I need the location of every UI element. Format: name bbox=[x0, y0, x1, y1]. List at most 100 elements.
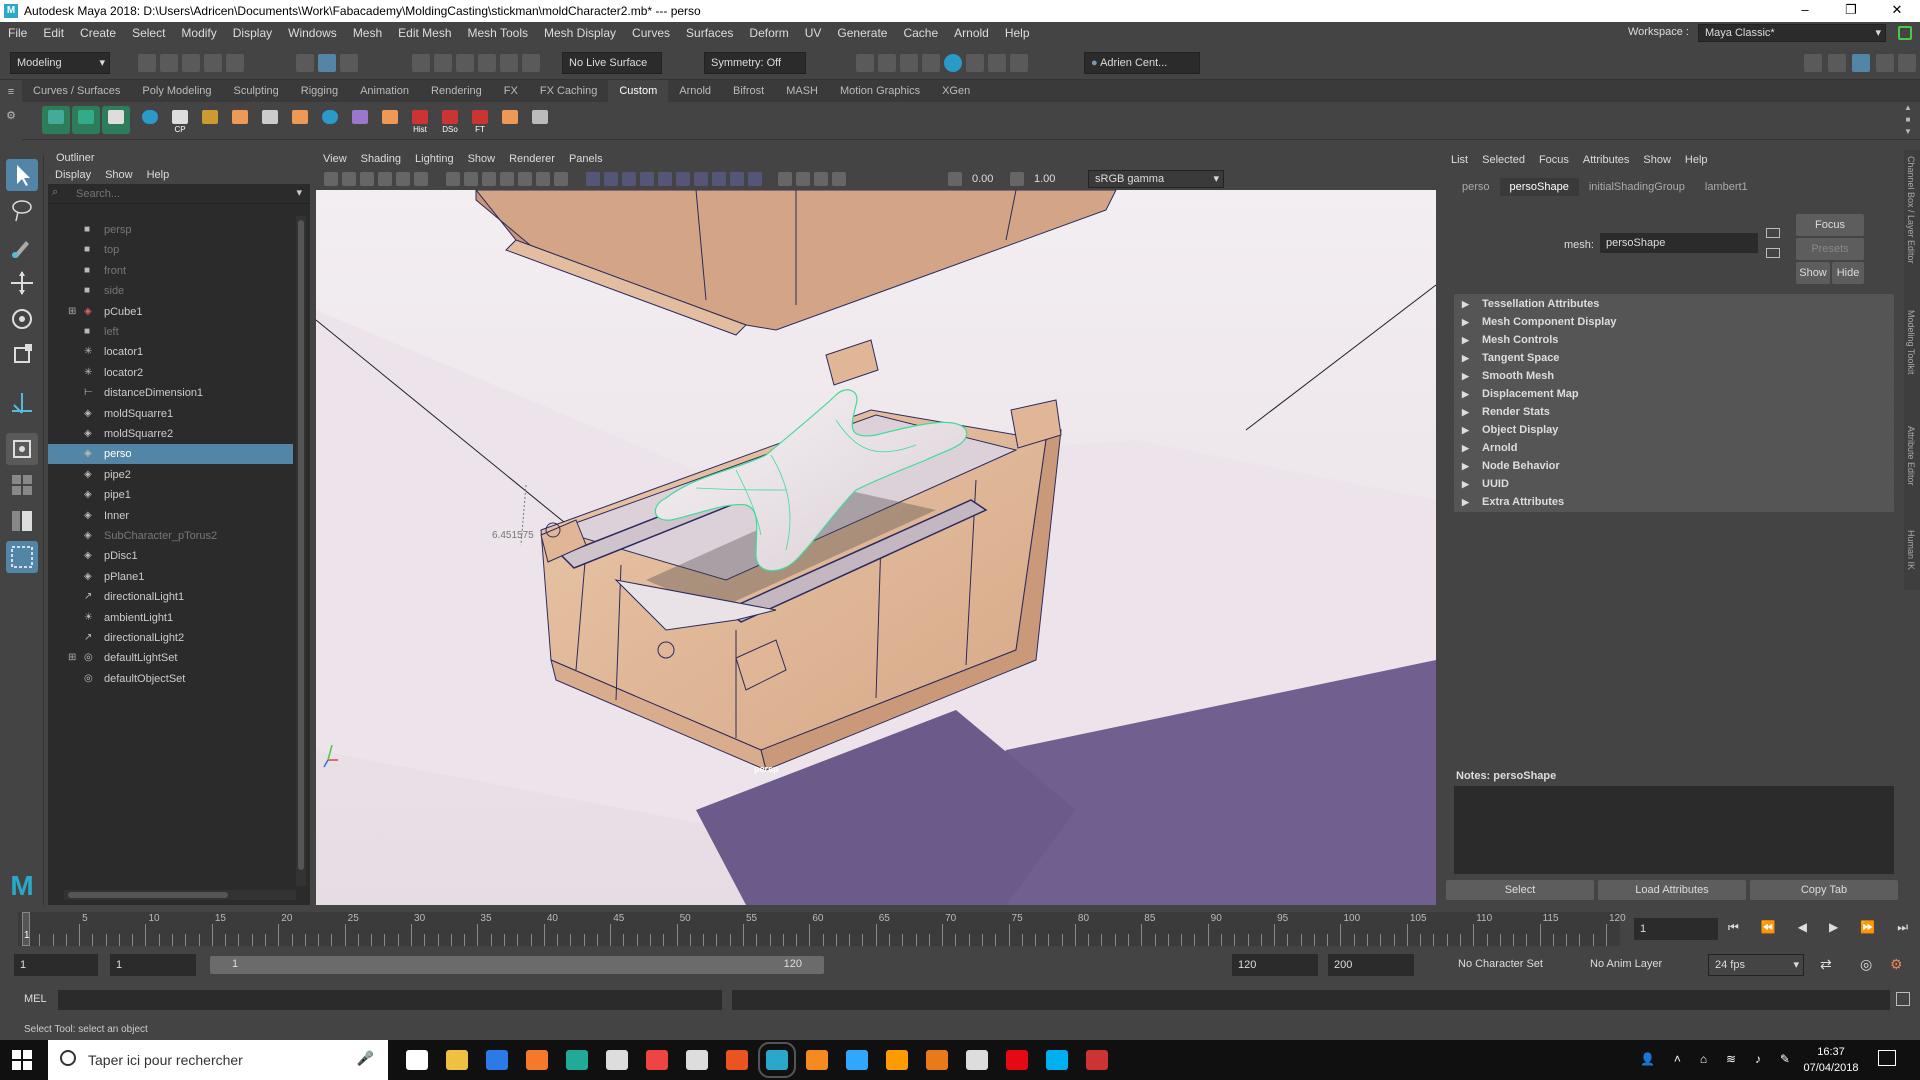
copy-node-icon[interactable] bbox=[1766, 248, 1780, 258]
resolution-gate-icon[interactable] bbox=[482, 172, 496, 186]
expand-icon[interactable]: ⊞ bbox=[68, 648, 76, 668]
tool-settings-icon[interactable] bbox=[1852, 54, 1870, 72]
attr-menu-attributes[interactable]: Attributes bbox=[1576, 154, 1636, 166]
focus-node-icon[interactable] bbox=[1766, 228, 1780, 238]
viewport-menu-renderer[interactable]: Renderer bbox=[502, 153, 562, 165]
wireframe-icon[interactable] bbox=[586, 172, 600, 186]
pivot-icon[interactable] bbox=[226, 106, 254, 134]
microphone-icon[interactable]: 🎤 bbox=[357, 1050, 374, 1067]
outliner-item-top[interactable]: ■ top bbox=[48, 240, 293, 260]
load-attributes-button[interactable]: Load Attributes bbox=[1598, 880, 1746, 900]
character-set-dropdown[interactable]: No Character Set bbox=[1452, 954, 1584, 976]
illustrator-icon[interactable] bbox=[886, 1050, 908, 1070]
xray-active-icon[interactable] bbox=[814, 172, 828, 186]
focus-button[interactable]: Focus bbox=[1796, 214, 1864, 236]
chrome-icon[interactable] bbox=[566, 1050, 588, 1070]
anti-alias-icon[interactable] bbox=[730, 172, 744, 186]
shelf-tab-arnold[interactable]: Arnold bbox=[668, 85, 722, 97]
shelf-tab-motion-graphics[interactable]: Motion Graphics bbox=[829, 85, 931, 97]
exposure-icon[interactable] bbox=[948, 172, 962, 186]
command-input[interactable] bbox=[58, 990, 722, 1010]
save-scene-icon[interactable] bbox=[182, 54, 200, 72]
outliner-menu-help[interactable]: Help bbox=[140, 169, 177, 181]
camera-attributes-icon[interactable] bbox=[342, 172, 356, 186]
outliner-search-bar[interactable]: ⌕ ▾ bbox=[48, 184, 310, 204]
section-node-behavior[interactable]: ▶ Node Behavior bbox=[1454, 456, 1894, 476]
select-button[interactable]: Select bbox=[1446, 880, 1594, 900]
chevron-down-icon[interactable]: ▾ bbox=[296, 186, 302, 199]
attr-menu-show[interactable]: Show bbox=[1636, 154, 1678, 166]
scale-tool-icon[interactable] bbox=[6, 339, 38, 371]
section-render-stats[interactable]: ▶ Render Stats bbox=[1454, 402, 1894, 422]
go-to-start-icon[interactable]: ⏮ bbox=[1728, 920, 1739, 940]
menu-edit[interactable]: Edit bbox=[35, 26, 72, 40]
select-object-icon[interactable] bbox=[318, 54, 336, 72]
symmetry-dropdown[interactable]: Symmetry: Off bbox=[704, 52, 806, 74]
hypershade-icon[interactable] bbox=[944, 54, 962, 72]
copy-tab-button[interactable]: Copy Tab bbox=[1750, 880, 1898, 900]
time-slider[interactable]: 5 10 15 20 25 30 35 40 45 50 55 60 65 70 75 80 85 90 95 100… bbox=[0, 912, 1920, 946]
snap-curve-icon[interactable] bbox=[434, 54, 452, 72]
task-view-icon[interactable] bbox=[406, 1050, 428, 1070]
shelf-scroll[interactable]: ▲ ■ ▼ bbox=[1900, 102, 1916, 140]
single-perspective-layout-icon[interactable] bbox=[6, 433, 38, 465]
field-chart-icon[interactable] bbox=[518, 172, 532, 186]
ambient-occlusion-icon[interactable] bbox=[694, 172, 708, 186]
menu-help[interactable]: Help bbox=[997, 26, 1038, 40]
render-settings-icon[interactable] bbox=[922, 54, 940, 72]
side-tab-human-ik[interactable]: Human IK bbox=[1906, 530, 1916, 590]
skype-icon[interactable] bbox=[1046, 1050, 1068, 1070]
cube-icon[interactable] bbox=[42, 106, 70, 134]
universal-manipulator-icon[interactable] bbox=[6, 387, 38, 419]
pause-render-icon[interactable] bbox=[1010, 54, 1028, 72]
channel-box-icon[interactable] bbox=[1876, 54, 1894, 72]
isolate-select-icon[interactable] bbox=[778, 172, 792, 186]
snap-point-icon[interactable] bbox=[456, 54, 474, 72]
fusion-icon[interactable] bbox=[806, 1050, 828, 1070]
lasso-tool-icon[interactable] bbox=[6, 195, 38, 227]
menu-arnold[interactable]: Arnold bbox=[946, 26, 997, 40]
menu-surfaces[interactable]: Surfaces bbox=[678, 26, 741, 40]
outliner-item-locator1[interactable]: ✳ locator1 bbox=[48, 342, 293, 362]
section-uuid[interactable]: ▶ UUID bbox=[1454, 474, 1894, 494]
menu-curves[interactable]: Curves bbox=[624, 26, 678, 40]
anim-prefs-icon[interactable]: ⚙ bbox=[1890, 956, 1903, 973]
notes-textarea[interactable] bbox=[1454, 786, 1894, 874]
outliner-item-pipe2[interactable]: ◈ pipe2 bbox=[48, 465, 293, 485]
outliner-menu-display[interactable]: Display bbox=[48, 169, 98, 181]
outliner-item-ambientlight1[interactable]: ☀ ambientLight1 bbox=[48, 608, 293, 628]
pen-icon[interactable]: ✎ bbox=[1780, 1052, 1790, 1068]
menu-create[interactable]: Create bbox=[72, 26, 124, 40]
wifi-icon[interactable]: ≋ bbox=[1726, 1052, 1736, 1068]
fps-dropdown[interactable]: 24 fps ▾ bbox=[1708, 954, 1804, 976]
network-icon[interactable]: ⌂ bbox=[1700, 1052, 1707, 1068]
mesh-name-field[interactable]: persoShape bbox=[1600, 233, 1758, 253]
viewport-menu-shading[interactable]: Shading bbox=[354, 153, 408, 165]
film-gate-icon[interactable] bbox=[464, 172, 478, 186]
attr-menu-help[interactable]: Help bbox=[1678, 154, 1715, 166]
shelf-tab-curves-surfaces[interactable]: Curves / Surfaces bbox=[22, 85, 131, 97]
outliner-item-moldsquarre1[interactable]: ◈ moldSquarre1 bbox=[48, 404, 293, 424]
step-back-frame-icon[interactable]: ◀ bbox=[1798, 920, 1807, 940]
attr-tab-lambert1[interactable]: lambert1 bbox=[1695, 178, 1758, 196]
section-tangent-space[interactable]: ▶ Tangent Space bbox=[1454, 348, 1894, 368]
outliner-item-locator2[interactable]: ✳ locator2 bbox=[48, 363, 293, 383]
snap-vertex-icon[interactable] bbox=[522, 54, 540, 72]
xray-joints-icon[interactable] bbox=[832, 172, 846, 186]
time-slider-track[interactable]: 5 10 15 20 25 30 35 40 45 50 55 60 65 70 75 80 85 90 95 100… bbox=[18, 912, 1626, 946]
safe-action-icon[interactable] bbox=[536, 172, 550, 186]
bookmark-icon[interactable] bbox=[360, 172, 374, 186]
persp-outliner-layout-icon[interactable] bbox=[6, 505, 38, 537]
cp-icon[interactable]: CP bbox=[166, 106, 194, 134]
outliner-item-perso[interactable]: ◈ perso bbox=[48, 444, 293, 465]
shelf-tab-sculpting[interactable]: Sculpting bbox=[223, 85, 290, 97]
sphere-icon[interactable] bbox=[136, 106, 164, 134]
render-view-icon[interactable] bbox=[856, 54, 874, 72]
show-button[interactable]: Show bbox=[1796, 262, 1830, 284]
attr-menu-focus[interactable]: Focus bbox=[1532, 154, 1576, 166]
viewport-menu-show[interactable]: Show bbox=[461, 153, 503, 165]
shelf-tab-custom[interactable]: Custom bbox=[608, 80, 669, 102]
gift-icon[interactable] bbox=[646, 1050, 668, 1070]
gamma-icon[interactable] bbox=[1010, 172, 1024, 186]
menu-modify[interactable]: Modify bbox=[173, 26, 224, 40]
